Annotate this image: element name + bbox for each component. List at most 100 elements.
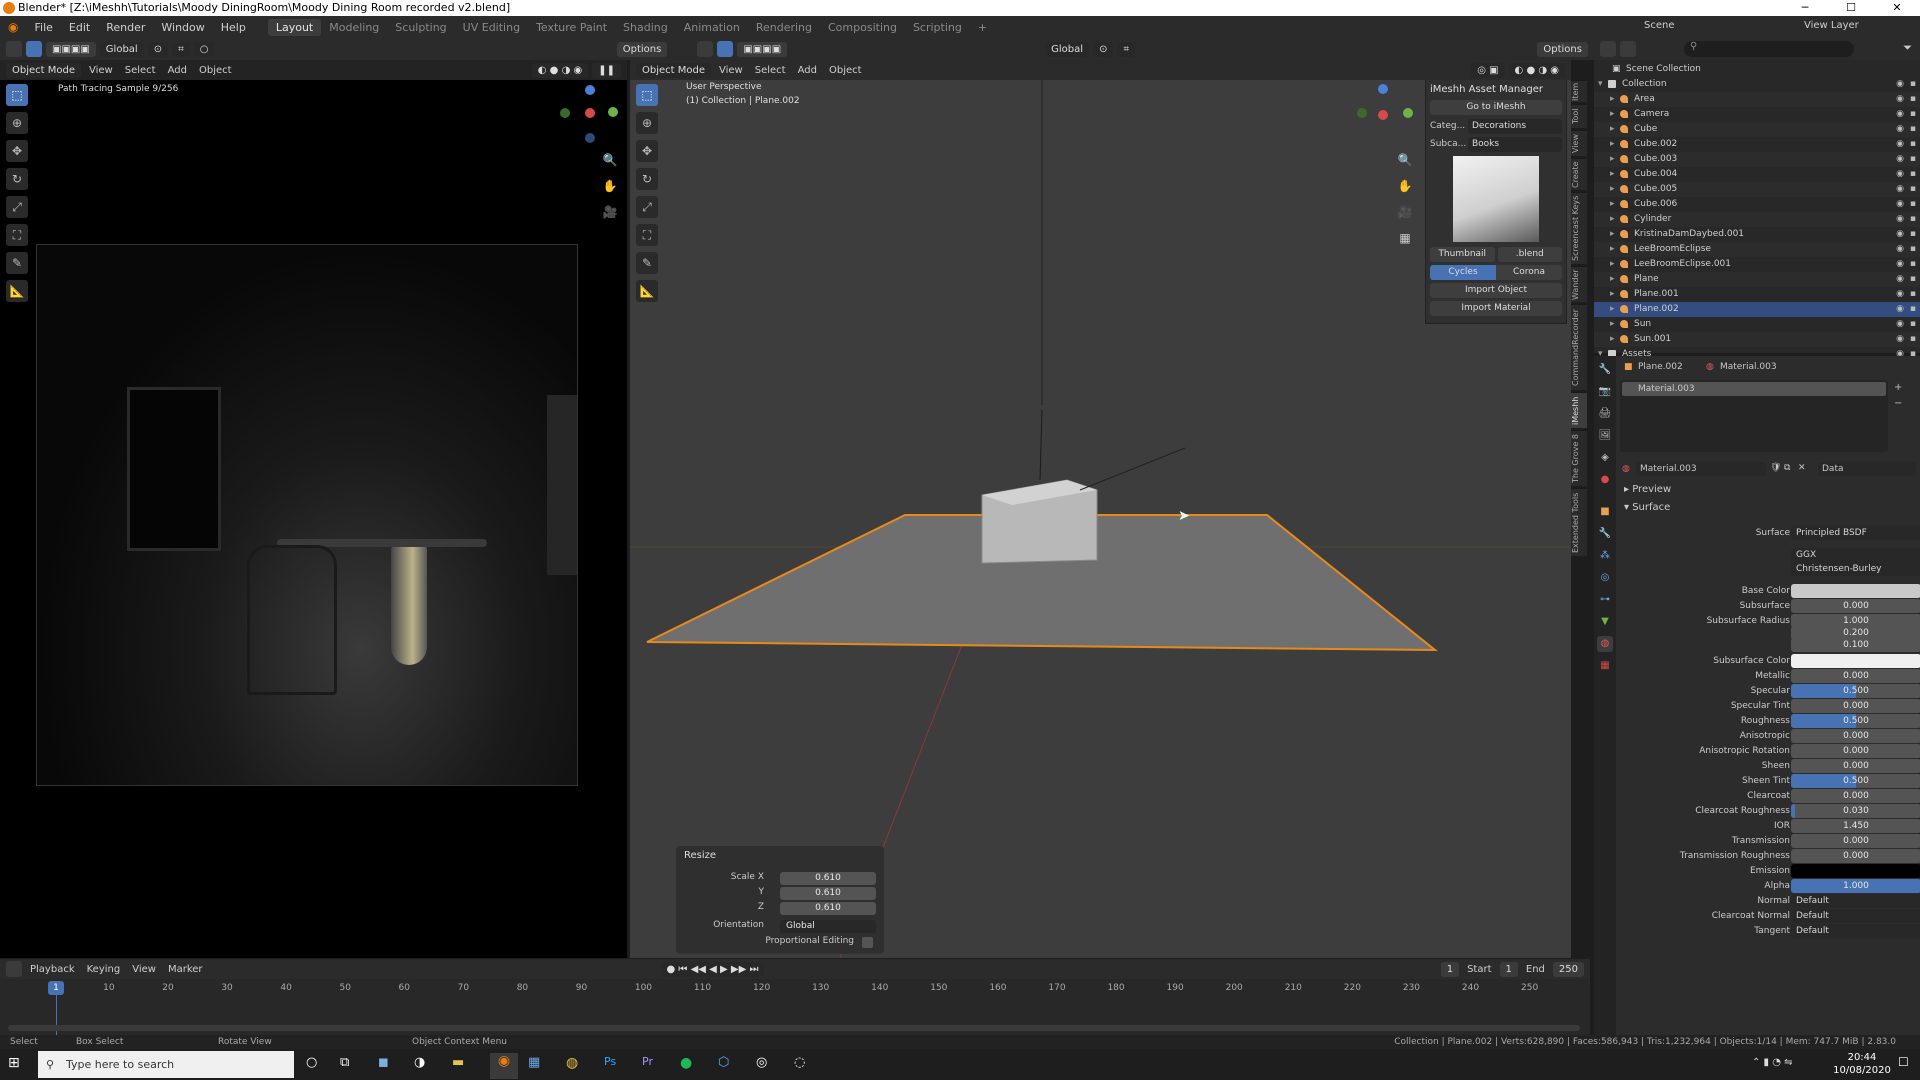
visibility-eye-icon[interactable]: ◉	[1896, 79, 1904, 89]
render-camera-icon[interactable]: ▪	[1910, 139, 1916, 149]
cursor-tool-icon[interactable]: ⊕	[6, 112, 28, 134]
imeshh-panel-title[interactable]: iMeshh Asset Manager	[1430, 81, 1562, 97]
render-camera-icon[interactable]: ▪	[1910, 289, 1916, 299]
timeline-menu-marker[interactable]: Marker	[164, 964, 207, 975]
render-camera-icon[interactable]: ▪	[1910, 94, 1916, 104]
expand-arrow-icon[interactable]: ▸	[1610, 169, 1615, 179]
property-dropdown[interactable]: Default	[1791, 894, 1920, 908]
numeric-slider-field[interactable]: 0.000	[1791, 834, 1920, 848]
tab-animation[interactable]: Animation	[676, 19, 748, 36]
menu-edit[interactable]: Edit	[61, 21, 98, 34]
pan-hand-icon[interactable]: ✋	[600, 176, 620, 196]
visibility-eye-icon[interactable]: ◉	[1896, 214, 1904, 224]
calculator-icon[interactable]: ▦	[528, 1055, 540, 1070]
taskbar-app-3-icon[interactable]: ⬡	[718, 1055, 729, 1070]
render-camera-icon[interactable]: ▪	[1910, 259, 1916, 269]
zoom-icon[interactable]: 🔍	[600, 150, 620, 170]
subcategory-select[interactable]: Books	[1468, 136, 1562, 152]
numeric-slider-field[interactable]: 0.000	[1791, 759, 1920, 773]
tab-layout[interactable]: Layout	[267, 18, 322, 36]
right-ortho-grid-icon[interactable]: ▦	[1395, 228, 1415, 248]
visibility-eye-icon[interactable]: ◉	[1896, 289, 1904, 299]
side-tab-tool[interactable]: Tool	[1571, 104, 1587, 128]
orientation-field[interactable]: Global	[780, 920, 876, 933]
outliner-item[interactable]: ▸ Cube.005 ◉ ▪	[1594, 182, 1920, 197]
render-camera-icon[interactable]: ▪	[1910, 304, 1916, 314]
left-menu-add[interactable]: Add	[164, 65, 191, 76]
numeric-slider-field[interactable]: 0.000	[1791, 699, 1920, 713]
expand-arrow-icon[interactable]: ▸	[1610, 259, 1615, 269]
blender-menu-icon[interactable]: ◉	[0, 20, 26, 34]
photoshop-icon[interactable]: Ps	[604, 1055, 616, 1068]
property-dropdown[interactable]: Christensen-Burley	[1791, 562, 1920, 576]
property-dropdown[interactable]: Principled BSDF	[1791, 526, 1920, 540]
add-slot-icon[interactable]: +	[1894, 382, 1902, 393]
material-properties-icon[interactable]: ◍	[1597, 636, 1613, 652]
visibility-eye-icon[interactable]: ◉	[1896, 154, 1904, 164]
material-link-select[interactable]: Data	[1818, 462, 1916, 476]
outliner-filter-icon[interactable]: ⏷	[1903, 41, 1912, 55]
numeric-slider-field[interactable]: 0.000	[1791, 669, 1920, 683]
material-fake-user-icon[interactable]: 🛡	[1770, 463, 1781, 473]
pivot-select-right[interactable]: ⊙	[1093, 41, 1114, 57]
task-view-icon[interactable]: ⧉	[340, 1055, 349, 1070]
visibility-eye-icon[interactable]: ◉	[1896, 319, 1904, 329]
right-menu-view[interactable]: View	[715, 65, 747, 76]
file-explorer-icon[interactable]: ▬	[452, 1055, 464, 1070]
gizmo-z-icon[interactable]	[585, 85, 595, 95]
system-tray-icons[interactable]: ⌃ ▮ ◔ ⇋	[1752, 1057, 1793, 1068]
select-box-options[interactable]: ▣▣▣▣	[46, 41, 96, 57]
goto-imeshh-button[interactable]: Go to iMeshh	[1430, 100, 1562, 115]
gizmo-y-icon[interactable]	[608, 107, 618, 117]
gizmo-x-icon[interactable]	[585, 108, 595, 118]
outliner-scene-collection[interactable]: ▣ Scene Collection	[1594, 62, 1920, 77]
view-layer-selector[interactable]: View Layer	[1800, 20, 1863, 31]
right-pan-hand-icon[interactable]: ✋	[1395, 176, 1415, 196]
right-menu-select[interactable]: Select	[751, 65, 790, 76]
right-gizmo-y-icon[interactable]	[1403, 108, 1413, 118]
numeric-slider-field[interactable]: 0.100	[1791, 638, 1920, 652]
render-camera-icon[interactable]: ▪	[1910, 214, 1916, 224]
side-tab-extended-tools[interactable]: Extended Tools	[1571, 488, 1587, 556]
expand-arrow-icon[interactable]: ▸	[1610, 289, 1615, 299]
tab-texture-paint[interactable]: Texture Paint	[528, 19, 615, 36]
numeric-slider-field[interactable]: 0.500	[1791, 774, 1920, 788]
right-overlay-buttons[interactable]: ◎ ▣	[1471, 62, 1505, 78]
annotate-tool-icon[interactable]: ✎	[6, 252, 28, 274]
visibility-eye-icon[interactable]: ◉	[1896, 229, 1904, 239]
outliner-item[interactable]: ▸ Cube ◉ ▪	[1594, 122, 1920, 137]
camera-view-icon[interactable]: 🎥	[600, 202, 620, 222]
timeline-area[interactable]: 1102030405060708090100110120130140150160…	[0, 979, 1590, 1035]
taskbar-date[interactable]: 10/08/2020	[1832, 1065, 1892, 1076]
left-menu-select[interactable]: Select	[121, 65, 160, 76]
left-rendered-viewport[interactable]: ⬚ ⊕ ✥ ↻ ⤢ ⛶ ✎ 📐 Path Tracing Sample 9/25…	[0, 60, 627, 958]
menu-file[interactable]: File	[26, 21, 60, 34]
scale-z-field[interactable]: 0.610	[780, 902, 876, 915]
outliner-editor-type-icon[interactable]	[1600, 41, 1616, 57]
modifier-properties-icon[interactable]: 🔧	[1597, 526, 1613, 542]
playhead-frame-indicator[interactable]: 1	[48, 981, 64, 995]
render-camera-icon[interactable]: ▪	[1910, 334, 1916, 344]
side-tab-view[interactable]: View	[1571, 130, 1587, 156]
right-mode-select[interactable]: Object Mode	[636, 62, 711, 78]
right-gizmo-z-icon[interactable]	[1378, 84, 1388, 94]
expand-arrow-icon[interactable]: ▸	[1610, 214, 1615, 224]
menu-render[interactable]: Render	[98, 21, 153, 34]
windows-start-icon[interactable]: ⊞	[8, 1055, 26, 1073]
import-material-button[interactable]: Import Material	[1430, 301, 1562, 316]
right-gizmo-x-icon[interactable]	[1378, 110, 1388, 120]
timeline-menu-keying[interactable]: Keying	[83, 964, 125, 975]
numeric-slider-field[interactable]: 0.000	[1791, 849, 1920, 863]
outliner-item[interactable]: ▸ Plane.002 ◉ ▪	[1594, 302, 1920, 317]
outliner-item[interactable]: ▾ Collection ◉ ▪	[1594, 77, 1920, 92]
expand-arrow-icon[interactable]: ▸	[1610, 304, 1615, 314]
expand-arrow-icon[interactable]: ▸	[1610, 319, 1615, 329]
render-camera-icon[interactable]: ▪	[1910, 274, 1916, 284]
tab-modeling[interactable]: Modeling	[321, 19, 387, 36]
material-browse-icon[interactable]: ◍	[1622, 464, 1630, 474]
render-camera-icon[interactable]: ▪	[1910, 184, 1916, 194]
world-properties-icon[interactable]: ●	[1597, 472, 1613, 488]
outliner-item[interactable]: ▸ Cylinder ◉ ▪	[1594, 212, 1920, 227]
side-tab-create[interactable]: Create	[1571, 158, 1587, 190]
remove-slot-icon[interactable]: −	[1894, 398, 1902, 409]
